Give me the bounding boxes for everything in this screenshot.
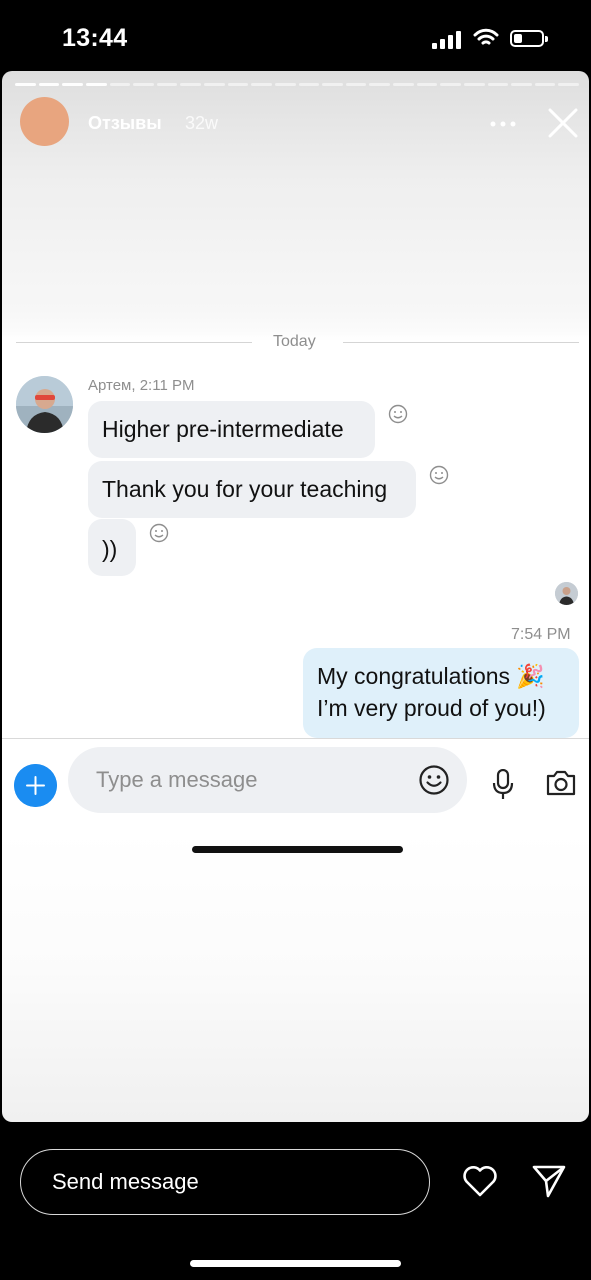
outgoing-message-line: My congratulations 🎉 bbox=[317, 663, 546, 689]
story-card: Отзывы 32w Today Артем, 2:11 PM Higher p… bbox=[2, 71, 589, 1122]
sender-avatar bbox=[16, 376, 73, 433]
incoming-message: Thank you for your teaching bbox=[88, 461, 416, 518]
outgoing-message-line: I’m very proud of you!) bbox=[317, 695, 546, 721]
message-time: 7:54 PM bbox=[511, 626, 571, 643]
smiley-icon[interactable] bbox=[429, 465, 449, 485]
divider-line bbox=[16, 342, 252, 343]
camera-icon[interactable] bbox=[545, 769, 577, 797]
plus-icon[interactable] bbox=[14, 764, 57, 807]
emoji-icon[interactable] bbox=[418, 764, 450, 796]
sender-name-time: Артем, 2:11 PM bbox=[88, 377, 195, 394]
smiley-icon[interactable] bbox=[388, 404, 408, 424]
microphone-icon[interactable] bbox=[492, 769, 514, 801]
heart-icon[interactable] bbox=[462, 1164, 498, 1198]
message-input-placeholder: Type a message bbox=[96, 767, 258, 792]
home-indicator bbox=[192, 846, 403, 853]
status-bar: 13:44 bbox=[0, 0, 591, 72]
seen-avatar bbox=[555, 582, 578, 605]
date-divider: Today bbox=[16, 333, 579, 353]
home-indicator bbox=[190, 1260, 401, 1267]
divider-line bbox=[343, 342, 579, 343]
message-input[interactable]: Type a message bbox=[68, 747, 467, 813]
date-divider-label: Today bbox=[273, 333, 316, 350]
incoming-message: )) bbox=[88, 519, 136, 576]
status-time: 13:44 bbox=[62, 24, 128, 52]
chat-screenshot: Today Артем, 2:11 PM Higher pre-intermed… bbox=[2, 71, 589, 1122]
message-composer: Type a message bbox=[2, 738, 589, 819]
incoming-message: Higher pre-intermediate bbox=[88, 401, 375, 458]
smiley-icon[interactable] bbox=[149, 523, 169, 543]
send-message-input[interactable]: Send message bbox=[20, 1149, 430, 1215]
cellular-signal-icon bbox=[432, 31, 461, 49]
outgoing-message: My congratulations 🎉 I’m very proud of y… bbox=[303, 648, 579, 738]
send-message-placeholder: Send message bbox=[52, 1169, 199, 1194]
send-icon[interactable] bbox=[532, 1164, 566, 1198]
wifi-icon bbox=[473, 28, 499, 45]
battery-icon bbox=[510, 30, 548, 47]
